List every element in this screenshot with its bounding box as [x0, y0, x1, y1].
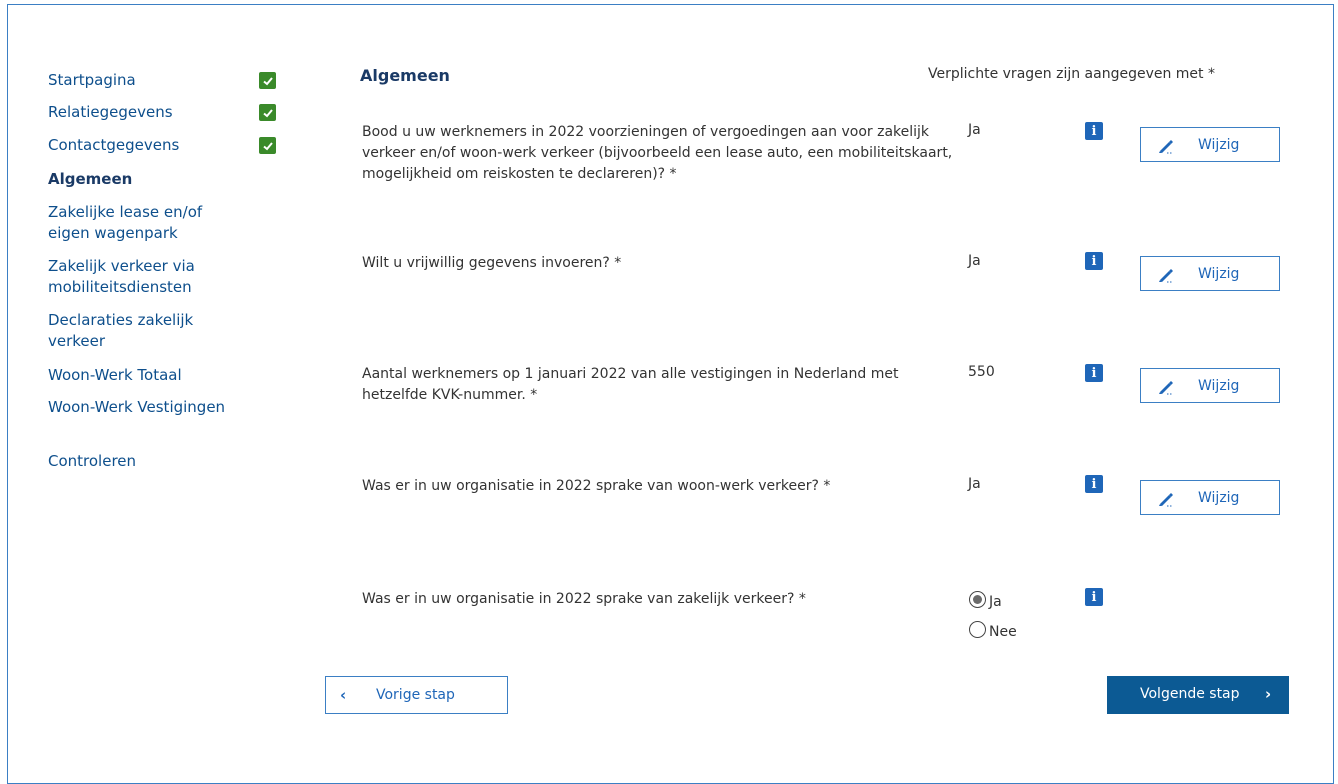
radio-label: Nee: [989, 624, 1017, 640]
question-text: Was er in uw organisatie in 2022 sprake …: [362, 591, 806, 607]
pencil-icon: [1159, 269, 1173, 283]
radio-option-ja[interactable]: Ja: [969, 588, 1002, 610]
question-text: Bood u uw werknemers in 2022 voorziening…: [362, 124, 953, 182]
edit-button[interactable]: Wijzig: [1140, 368, 1280, 403]
sidebar-item-label: Zakelijke lease en/of eigen wagenpark: [48, 203, 203, 242]
sidebar-item-label: Controleren: [48, 452, 137, 470]
previous-step-label: Vorige stap: [376, 687, 455, 703]
radio-label: Ja: [989, 594, 1002, 610]
sidebar-item-zakelijke-lease[interactable]: Zakelijke lease en/of eigen wagenpark: [48, 202, 288, 244]
answer-value: 550: [968, 364, 995, 380]
info-icon[interactable]: i: [1085, 252, 1103, 270]
info-icon[interactable]: i: [1085, 364, 1103, 382]
sidebar-item-label: Startpagina: [48, 71, 136, 89]
check-icon: [259, 137, 276, 154]
pencil-icon: [1159, 493, 1173, 507]
edit-button[interactable]: Wijzig: [1140, 256, 1280, 291]
question-text: Wilt u vrijwillig gegevens invoeren? *: [362, 255, 622, 271]
required-fields-note: Verplichte vragen zijn aangegeven met *: [928, 66, 1215, 82]
sidebar-item-controleren[interactable]: Controleren: [48, 451, 288, 472]
sidebar-item-mobiliteitsdiensten[interactable]: Zakelijk verkeer via mobiliteitsdiensten: [48, 256, 288, 298]
previous-step-button[interactable]: ‹ Vorige stap: [325, 676, 508, 714]
sidebar-item-label: Zakelijk verkeer via mobiliteitsdiensten: [48, 257, 195, 296]
chevron-left-icon: ‹: [340, 686, 347, 704]
question-text: Aantal werknemers op 1 januari 2022 van …: [362, 366, 899, 403]
sidebar-item-startpagina[interactable]: Startpagina: [48, 70, 288, 91]
info-icon[interactable]: i: [1085, 122, 1103, 140]
answer-value: Ja: [968, 122, 981, 138]
question-text: Was er in uw organisatie in 2022 sprake …: [362, 478, 831, 494]
sidebar-item-algemeen[interactable]: Algemeen: [48, 169, 288, 190]
sidebar-item-relatiegegevens[interactable]: Relatiegegevens: [48, 102, 288, 123]
edit-button-label: Wijzig: [1198, 378, 1240, 394]
sidebar-item-label: Woon-Werk Vestigingen: [48, 398, 226, 416]
sidebar-item-woon-werk-totaal[interactable]: Woon-Werk Totaal: [48, 365, 288, 386]
sidebar-item-woon-werk-vestigingen[interactable]: Woon-Werk Vestigingen: [48, 397, 288, 418]
radio-button[interactable]: [969, 620, 986, 638]
answer-value: Ja: [968, 253, 981, 269]
edit-button[interactable]: Wijzig: [1140, 480, 1280, 515]
edit-button[interactable]: Wijzig: [1140, 127, 1280, 162]
info-icon[interactable]: i: [1085, 588, 1103, 606]
chevron-right-icon: ›: [1265, 685, 1272, 703]
answer-value: Ja: [968, 476, 981, 492]
sidebar-item-label: Algemeen: [48, 170, 133, 188]
sidebar-item-label: Contactgegevens: [48, 136, 180, 154]
sidebar-item-label: Woon-Werk Totaal: [48, 366, 182, 384]
sidebar-item-contactgegevens[interactable]: Contactgegevens: [48, 135, 288, 156]
next-step-label: Volgende stap: [1140, 686, 1240, 702]
edit-button-label: Wijzig: [1198, 490, 1240, 506]
edit-button-label: Wijzig: [1198, 137, 1240, 153]
radio-option-nee[interactable]: Nee: [969, 618, 1017, 640]
page-title: Algemeen: [360, 66, 450, 85]
check-icon: [259, 72, 276, 89]
sidebar-item-label: Declaraties zakelijk verkeer: [48, 311, 194, 350]
pencil-icon: [1159, 381, 1173, 395]
sidebar-item-declaraties[interactable]: Declaraties zakelijk verkeer: [48, 310, 288, 352]
edit-button-label: Wijzig: [1198, 266, 1240, 282]
check-icon: [259, 104, 276, 121]
pencil-icon: [1159, 140, 1173, 154]
radio-button[interactable]: [969, 590, 986, 608]
info-icon[interactable]: i: [1085, 475, 1103, 493]
sidebar-item-label: Relatiegegevens: [48, 103, 173, 121]
next-step-button[interactable]: Volgende stap ›: [1107, 676, 1289, 714]
